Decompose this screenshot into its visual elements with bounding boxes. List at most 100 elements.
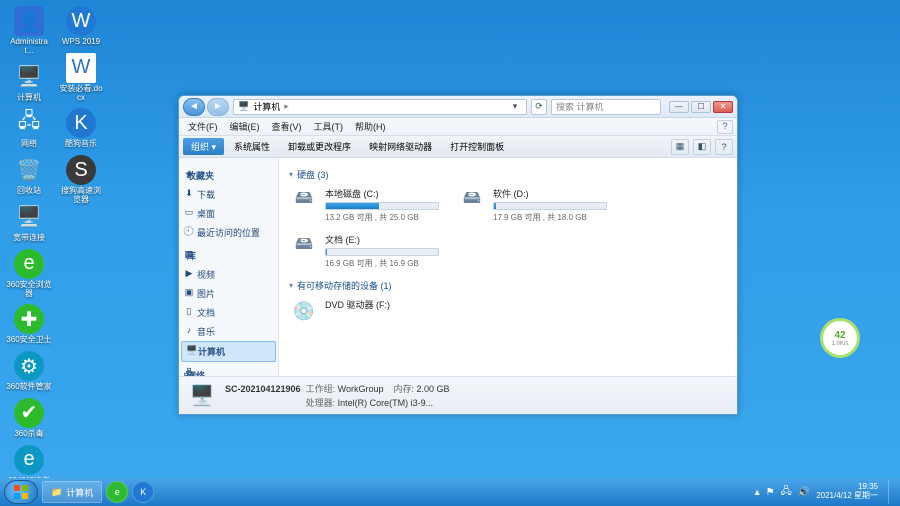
category-removable[interactable]: ▾有可移动存储的设备 (1) [289, 277, 727, 294]
organize-button[interactable]: 组织 ▾ [183, 138, 224, 155]
clock[interactable]: 19:35 2021/4/12 星期一 [816, 483, 878, 501]
start-button[interactable] [4, 480, 38, 504]
nav-libraries[interactable]: ▤库 [179, 246, 278, 265]
nav-computer[interactable]: 🖥️计算机 [181, 341, 276, 362]
desktop-icon-360guard[interactable]: ✚360安全卫士 [4, 302, 54, 347]
breadcrumb-arrow-icon[interactable]: ▸ [284, 101, 289, 112]
nav-desktop[interactable]: ▭桌面 [179, 204, 278, 223]
nav-music[interactable]: ♪音乐 [179, 322, 278, 341]
address-text: 计算机 [253, 100, 280, 113]
desktop-icon-recycle[interactable]: 🗑️回收站 [4, 153, 54, 198]
chevron-down-icon: ▾ [289, 281, 293, 290]
nav-pictures[interactable]: ▣图片 [179, 284, 278, 303]
address-dropdown-icon[interactable]: ▾ [508, 101, 522, 112]
sysprops-button[interactable]: 系统属性 [226, 138, 278, 155]
usage-bar [325, 202, 439, 210]
address-bar[interactable]: 🖥️ 计算机 ▸ ▾ [233, 99, 527, 115]
desktop-icon-administrator[interactable]: 👤Administrat... [4, 4, 54, 58]
desktop-icon-wps[interactable]: WWPS 2019 [56, 4, 106, 49]
network-icon: 🖧 [183, 368, 195, 376]
desktop-icon-kugou[interactable]: K酷狗音乐 [56, 106, 106, 151]
details-pane: 🖥️ SC-202104121906 工作组: WorkGroup 内存: 2.… [179, 376, 737, 414]
windows-logo-icon [13, 484, 29, 500]
system-tray: ▴ ⚑ 🖧 🔊 19:35 2021/4/12 星期一 [755, 480, 896, 504]
nav-network[interactable]: 🖧网络 [179, 366, 278, 376]
folder-icon: 📁 [51, 487, 62, 498]
widget-speed: 1.0K/s [831, 341, 848, 347]
maximize-button[interactable]: ☐ [691, 101, 711, 113]
nav-videos[interactable]: ▶视频 [179, 265, 278, 284]
preview-pane-button[interactable]: ◧ [693, 139, 711, 155]
computer-icon: 🖥️ [187, 382, 217, 410]
star-icon: ★ [183, 168, 195, 180]
menu-help[interactable]: 帮助(H) [350, 120, 391, 133]
nav-pane: ★收藏夹 ⬇下载 ▭桌面 🕘最近访问的位置 ▤库 ▶视频 ▣图片 ▯文档 ♪音乐… [179, 158, 279, 376]
task-explorer[interactable]: 📁计算机 [42, 481, 102, 503]
download-icon: ⬇ [183, 187, 195, 199]
desktop-icon-sogou[interactable]: S搜狗高速浏览器 [56, 153, 106, 207]
search-input[interactable]: 搜索 计算机 [551, 99, 661, 115]
music-icon: ♪ [183, 324, 195, 336]
hdd-icon: 🖴 [457, 187, 487, 213]
usage-bar [325, 248, 439, 256]
minimize-button[interactable]: — [669, 101, 689, 113]
desktop-icon-360antivirus[interactable]: ✔360杀毒 [4, 396, 54, 441]
widget-percent: 42 [834, 330, 845, 341]
refresh-button[interactable]: ⟳ [531, 99, 547, 115]
recent-icon: 🕘 [183, 225, 195, 237]
drive-dvd[interactable]: 💿 DVD 驱动器 (F:) [289, 298, 439, 324]
picture-icon: ▣ [183, 286, 195, 298]
usage-bar [493, 202, 607, 210]
help-button[interactable]: ? [717, 120, 733, 134]
view-mode-button[interactable]: ▦ [671, 139, 689, 155]
computer-icon: 🖥️ [238, 101, 249, 112]
menubar: 文件(F) 编辑(E) 查看(V) 工具(T) 帮助(H) ? [179, 118, 737, 136]
nav-forward-button[interactable]: ► [207, 98, 229, 116]
accelerator-widget[interactable]: 42 1.0K/s [820, 318, 860, 358]
category-hdd[interactable]: ▾硬盘 (3) [289, 166, 727, 183]
desktop-icon-install-doc[interactable]: W安装必看.docx [56, 51, 106, 105]
task-kugou[interactable]: K [132, 481, 154, 503]
close-button[interactable]: ✕ [713, 101, 733, 113]
hdd-icon: 🖴 [289, 233, 319, 259]
flag-icon[interactable]: ⚑ [766, 487, 775, 498]
help-icon-button[interactable]: ? [715, 139, 733, 155]
drive-e[interactable]: 🖴 文档 (E:) 16.9 GB 可用 , 共 16.9 GB [289, 233, 439, 269]
desktop: 👤Administrat... 🖥️计算机 🖧网络 🗑️回收站 🖥️宽带连接 e… [4, 4, 106, 496]
menu-view[interactable]: 查看(V) [267, 120, 307, 133]
desktop-icon-computer[interactable]: 🖥️计算机 [4, 60, 54, 105]
nav-favorites[interactable]: ★收藏夹 [179, 166, 278, 185]
document-icon: ▯ [183, 305, 195, 317]
controlpanel-button[interactable]: 打开控制面板 [442, 138, 512, 155]
library-icon: ▤ [183, 248, 195, 260]
drive-c[interactable]: 🖴 本地磁盘 (C:) 13.2 GB 可用 , 共 25.0 GB [289, 187, 439, 223]
desktop-icon-broadband[interactable]: 🖥️宽带连接 [4, 200, 54, 245]
nav-recent[interactable]: 🕘最近访问的位置 [179, 223, 278, 242]
desktop-icon-360browser[interactable]: e360安全浏览器 [4, 247, 54, 301]
task-360browser[interactable]: e [106, 481, 128, 503]
network-icon[interactable]: 🖧 [781, 484, 792, 501]
uninstall-button[interactable]: 卸载或更改程序 [280, 138, 359, 155]
drive-d[interactable]: 🖴 软件 (D:) 17.9 GB 可用 , 共 18.0 GB [457, 187, 607, 223]
taskbar: 📁计算机 e K ▴ ⚑ 🖧 🔊 19:35 2021/4/12 星期一 [0, 478, 900, 506]
dvd-icon: 💿 [289, 298, 319, 324]
nav-downloads[interactable]: ⬇下载 [179, 185, 278, 204]
nav-back-button[interactable]: ◄ [183, 98, 205, 116]
menu-edit[interactable]: 编辑(E) [225, 120, 265, 133]
nav-documents[interactable]: ▯文档 [179, 303, 278, 322]
menu-tools[interactable]: 工具(T) [309, 120, 349, 133]
menu-file[interactable]: 文件(F) [183, 120, 223, 133]
chevron-down-icon: ▾ [289, 170, 293, 179]
computer-name: SC-202104121906 [225, 384, 301, 394]
desktop-icon-360soft[interactable]: ⚙360软件管家 [4, 349, 54, 394]
computer-icon: 🖥️ [186, 344, 198, 356]
explorer-window: ◄ ► 🖥️ 计算机 ▸ ▾ ⟳ 搜索 计算机 — ☐ ✕ 文件(F) 编辑(E… [178, 95, 738, 415]
show-desktop-button[interactable] [888, 480, 896, 504]
desktop-icon-network[interactable]: 🖧网络 [4, 106, 54, 151]
titlebar[interactable]: ◄ ► 🖥️ 计算机 ▸ ▾ ⟳ 搜索 计算机 — ☐ ✕ [179, 96, 737, 118]
command-bar: 组织 ▾ 系统属性 卸载或更改程序 映射网络驱动器 打开控制面板 ▦ ◧ ? [179, 136, 737, 158]
volume-icon[interactable]: 🔊 [798, 487, 810, 498]
video-icon: ▶ [183, 267, 195, 279]
mapnet-button[interactable]: 映射网络驱动器 [361, 138, 440, 155]
tray-arrow-icon[interactable]: ▴ [755, 487, 760, 498]
